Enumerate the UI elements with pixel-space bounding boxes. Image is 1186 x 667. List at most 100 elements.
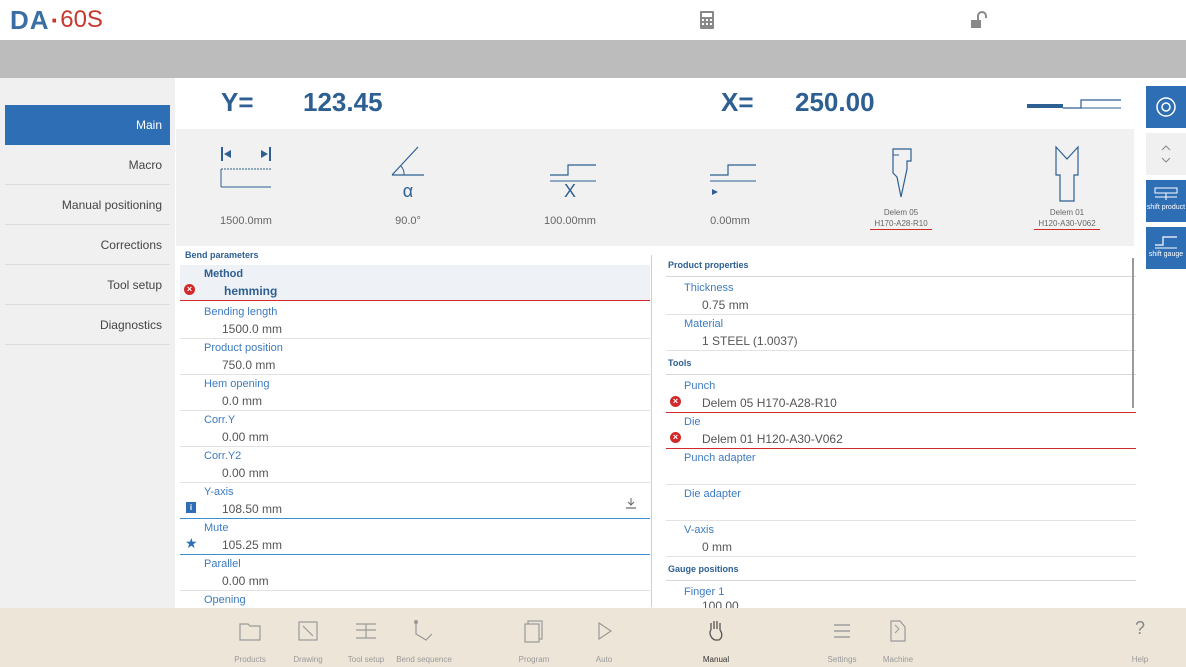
brand-model: 60S bbox=[60, 6, 103, 33]
shift-gauge-button[interactable]: shift gauge bbox=[1146, 227, 1186, 269]
product-properties-section: Product properties bbox=[666, 255, 1136, 277]
sidebar-item-macro[interactable]: Macro bbox=[5, 145, 170, 185]
shift-product-icon bbox=[1154, 187, 1178, 200]
toolbar-manual[interactable]: Manual bbox=[686, 608, 746, 667]
sidebar-item-main[interactable]: Main bbox=[5, 105, 170, 145]
die-field[interactable]: Die × Delem 01 H120-A30-V062 bbox=[666, 413, 1136, 449]
toolbar-machine[interactable]: Machine bbox=[868, 608, 928, 667]
x-position-label: X= bbox=[721, 87, 754, 117]
field-label: Hem opening bbox=[204, 378, 270, 390]
toolbar-help[interactable]: ? Help bbox=[1110, 608, 1170, 667]
toolbar-program[interactable]: Program bbox=[504, 608, 564, 667]
tool-setup-icon bbox=[356, 623, 376, 639]
die-tool-icon bbox=[1055, 145, 1079, 202]
die-adapter-field[interactable]: Die adapter bbox=[666, 485, 1136, 521]
list-icon bbox=[834, 624, 850, 638]
field-label: Bending length bbox=[204, 306, 278, 318]
field-label: Parallel bbox=[204, 558, 241, 570]
summary-gauge[interactable]: 0.00mm bbox=[680, 129, 780, 246]
scroll-updown-button[interactable] bbox=[1146, 133, 1186, 175]
summary-die[interactable]: Delem 01 H120-A30-V062 bbox=[1002, 129, 1132, 246]
tools-section: Tools bbox=[666, 353, 1136, 375]
toolbar-settings[interactable]: Settings bbox=[812, 608, 872, 667]
mute-field[interactable]: Mute ★ 105.25 mm bbox=[180, 519, 650, 555]
section-title: Gauge positions bbox=[668, 564, 739, 574]
field-label: Y-axis bbox=[204, 486, 234, 498]
shift-product-button[interactable]: shift product bbox=[1146, 180, 1186, 222]
summary-punch-text: Delem 05 H170-A28-R10 bbox=[836, 207, 966, 230]
teach-in-icon[interactable] bbox=[625, 497, 637, 509]
field-value: 750.0 mm bbox=[222, 358, 276, 372]
unlock-icon[interactable] bbox=[968, 10, 988, 30]
bending-length-field[interactable]: Bending length 1500.0 mm bbox=[180, 303, 650, 339]
method-label: Method bbox=[204, 268, 244, 280]
hem-opening-field[interactable]: Hem opening 0.0 mm bbox=[180, 375, 650, 411]
sidebar-item-diagnostics[interactable]: Diagnostics bbox=[5, 305, 170, 345]
machine-state-button[interactable] bbox=[1146, 86, 1186, 128]
bending-length-icon bbox=[220, 147, 271, 188]
error-icon: × bbox=[184, 284, 195, 295]
field-value: 0.75 mm bbox=[702, 298, 749, 312]
y-axis-field[interactable]: Y-axis i 108.50 mm bbox=[180, 483, 650, 519]
star-icon: ★ bbox=[185, 535, 198, 551]
summary-punch[interactable]: Delem 05 H170-A28-R10 bbox=[836, 129, 966, 246]
summary-x[interactable]: X 100.00mm bbox=[520, 129, 620, 246]
field-value: 0.0 mm bbox=[222, 394, 263, 408]
toolbar-label: Manual bbox=[702, 655, 730, 664]
field-value: 105.25 mm bbox=[222, 538, 283, 552]
corr-y2-field[interactable]: Corr.Y2 0.00 mm bbox=[180, 447, 650, 483]
summary-angle[interactable]: α 90.0° bbox=[358, 129, 458, 246]
field-label: Mute bbox=[204, 522, 229, 534]
toolbar-label: Settings bbox=[827, 655, 857, 664]
drawing-icon bbox=[298, 621, 318, 641]
thickness-field[interactable]: Thickness 0.75 mm bbox=[666, 279, 1136, 315]
field-label: Die bbox=[684, 416, 701, 428]
parallel-field[interactable]: Parallel 0.00 mm bbox=[180, 555, 650, 591]
scrollbar[interactable] bbox=[1132, 258, 1134, 408]
toolbar-tool-setup[interactable]: Tool setup bbox=[336, 608, 396, 667]
sidebar-item-label: Diagnostics bbox=[99, 317, 162, 332]
field-label: Finger 1 bbox=[684, 586, 725, 598]
sidebar-item-manual-positioning[interactable]: Manual positioning bbox=[5, 185, 170, 225]
gauge-positions-section: Gauge positions bbox=[666, 559, 1136, 581]
toolbar-auto[interactable]: Auto bbox=[574, 608, 634, 667]
field-value: Delem 01 H120-A30-V062 bbox=[702, 432, 843, 446]
sidebar-item-label: Tool setup bbox=[107, 277, 162, 292]
opening-field[interactable]: Opening bbox=[180, 591, 650, 608]
summary-gauge-value: 0.00mm bbox=[710, 215, 750, 227]
field-value: 0.00 mm bbox=[222, 430, 269, 444]
calculator-icon[interactable] bbox=[697, 10, 717, 30]
toolbar-label: Drawing bbox=[293, 655, 323, 664]
machine-icon bbox=[890, 620, 906, 642]
punch-adapter-field[interactable]: Punch adapter bbox=[666, 449, 1136, 485]
material-field[interactable]: Material 1 STEEL (1.0037) bbox=[666, 315, 1136, 351]
sidebar-item-corrections[interactable]: Corrections bbox=[5, 225, 170, 265]
product-position-field[interactable]: Product position 750.0 mm bbox=[180, 339, 650, 375]
hand-icon bbox=[709, 621, 723, 641]
toolbar-drawing[interactable]: Drawing bbox=[278, 608, 338, 667]
field-label: Corr.Y2 bbox=[204, 450, 242, 462]
bend-parameters-title: Bend parameters bbox=[185, 250, 259, 260]
summary-length[interactable]: 1500.0mm bbox=[196, 129, 296, 246]
toolbar-label: Auto bbox=[595, 655, 613, 664]
shift-gauge-icon bbox=[1155, 236, 1177, 249]
sidebar-item-label: Main bbox=[135, 118, 162, 132]
summary-angle-value: 90.0° bbox=[395, 215, 421, 227]
punch-field[interactable]: Punch × Delem 05 H170-A28-R10 bbox=[666, 377, 1136, 413]
v-axis-field[interactable]: V-axis 0 mm bbox=[666, 521, 1136, 557]
toolbar-products[interactable]: Products bbox=[220, 608, 280, 667]
error-icon: × bbox=[670, 396, 681, 407]
x-position-value: 250.00 bbox=[795, 87, 875, 117]
corr-y-field[interactable]: Corr.Y 0.00 mm bbox=[180, 411, 650, 447]
field-value: 0.00 mm bbox=[222, 574, 269, 588]
method-field[interactable]: Method × hemming bbox=[180, 265, 650, 301]
finger1-field[interactable]: Finger 1 100.00 bbox=[666, 583, 1136, 608]
info-icon: i bbox=[186, 502, 196, 513]
field-value: 0.00 mm bbox=[222, 466, 269, 480]
sidebar-item-tool-setup[interactable]: Tool setup bbox=[5, 265, 170, 305]
summary-length-value: 1500.0mm bbox=[220, 215, 272, 227]
help-icon: ? bbox=[1134, 618, 1145, 638]
toolbar-bend-sequence[interactable]: Bend sequence bbox=[394, 608, 454, 667]
toolbar-label: Tool setup bbox=[347, 655, 385, 664]
angle-symbol: α bbox=[402, 181, 414, 201]
